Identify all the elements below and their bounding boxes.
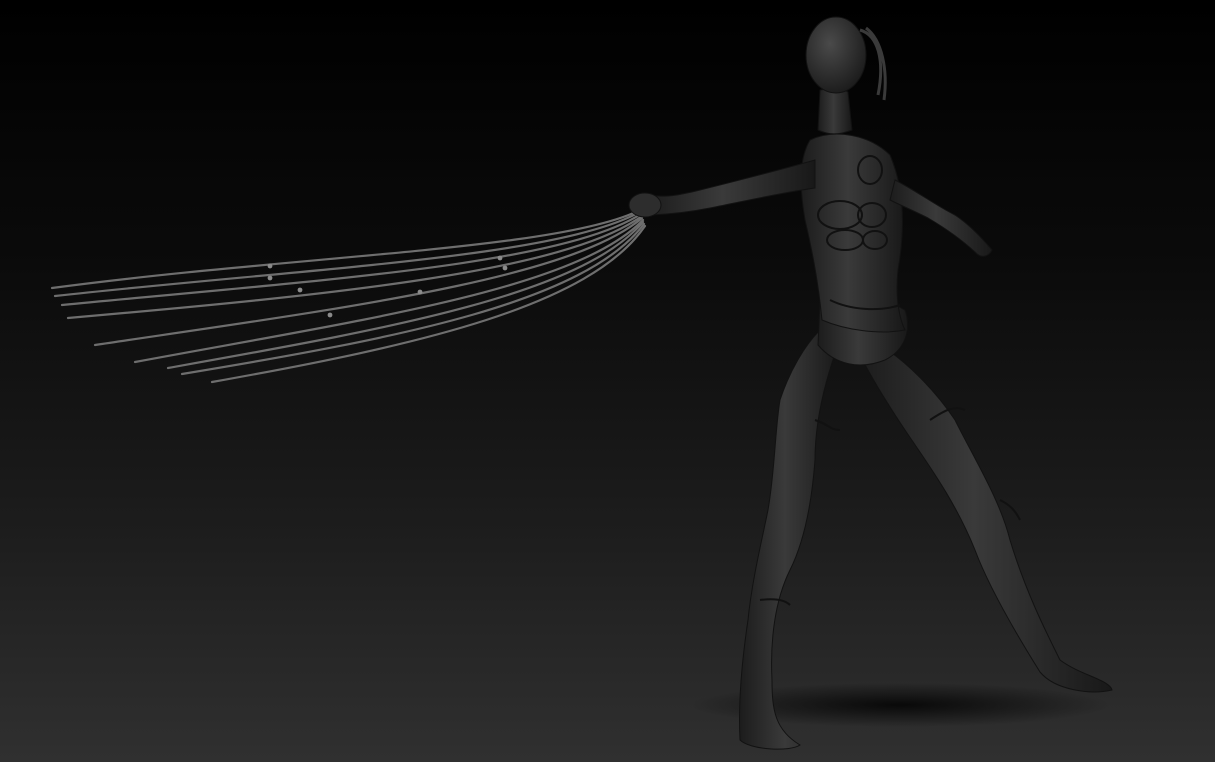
whip-strand <box>50 208 642 290</box>
whip-hand <box>628 192 662 218</box>
extended-arm <box>646 159 816 216</box>
render-viewport <box>0 0 1215 762</box>
sculpt-render <box>50 16 1113 750</box>
back-arm <box>889 179 993 257</box>
head <box>805 16 867 94</box>
neck <box>817 88 853 135</box>
whip-knots <box>267 255 508 318</box>
whip-strand <box>166 220 645 370</box>
torso <box>800 133 906 333</box>
whip <box>50 208 647 384</box>
back-leg <box>859 344 1113 693</box>
